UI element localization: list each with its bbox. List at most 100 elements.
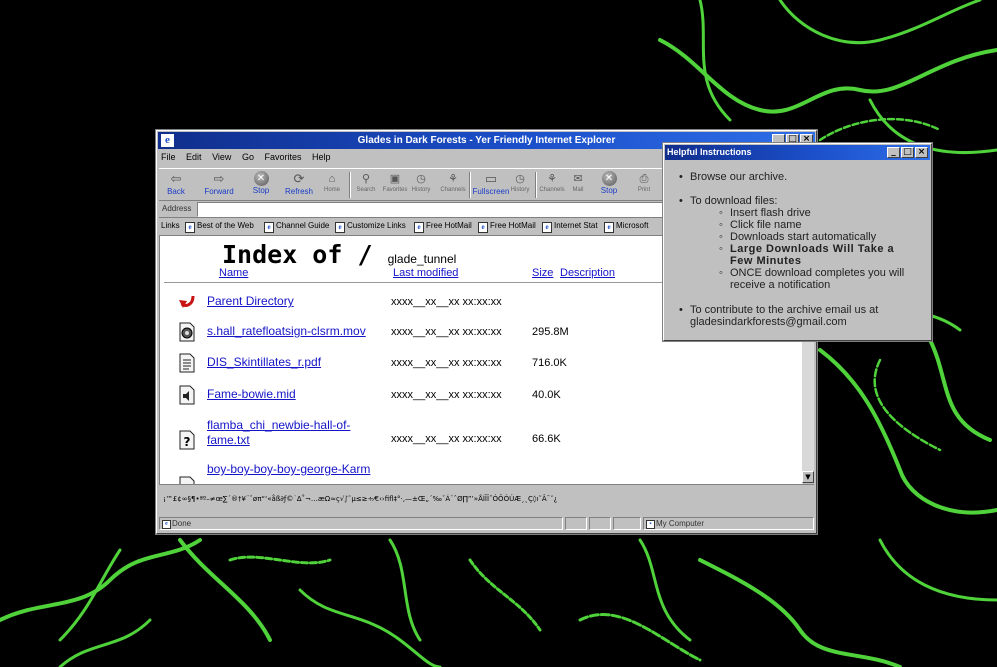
file-modified: xxxx__xx__xx xx:xx:xx [391, 389, 502, 401]
help-maximize-button[interactable]: □ [901, 147, 914, 158]
home-button[interactable]: ⌂ Home [321, 171, 343, 193]
garbled-text-strip: ¡™£¢∞§¶•ªº–≠œ∑´®†¥¨ˆøπ“‘«åß∂ƒ©˙∆˚¬…æΩ≈ç√… [159, 484, 814, 516]
status-pane [565, 517, 587, 530]
menu-edit[interactable]: Edit [186, 152, 202, 162]
link-best-of-web[interactable]: e Best of the Web [185, 221, 254, 233]
menu-help[interactable]: Help [312, 152, 331, 162]
link-channel-guide[interactable]: e Channel Guide [264, 221, 329, 233]
menu-go[interactable]: Go [242, 152, 254, 162]
channels-button[interactable]: ⚘ Channels [439, 171, 467, 193]
zone-indicator: ▪ My Computer [643, 517, 814, 530]
download-step: ONCE download completes you will receive… [719, 267, 920, 291]
file-link[interactable]: DIS_Skintillates_r.pdf [207, 355, 389, 370]
help-item: Browse our archive. [679, 171, 922, 183]
file-link[interactable]: boy-boy-boy-boy-george-Karm [207, 462, 407, 477]
file-link[interactable]: flamba_chi_newbie-hall-of-fame.txt [207, 418, 389, 448]
status-text: e Done [159, 517, 563, 530]
file-link[interactable]: Parent Directory [207, 294, 389, 309]
search-button[interactable]: ⚲ Search [355, 171, 377, 193]
file-modified: xxxx__xx__xx xx:xx:xx [391, 357, 502, 369]
file-size: 295.8M [532, 326, 569, 338]
stop-icon: ✕ [253, 171, 269, 186]
fullscreen-icon: ▭ [484, 171, 498, 186]
history-button-2[interactable]: ◷ History [509, 171, 531, 193]
file-size: 40.0K [532, 389, 561, 401]
unknown-file-icon: ? [179, 430, 195, 450]
status-pane [613, 517, 641, 530]
link-free-hotmail-2[interactable]: e Free HotMail [478, 221, 536, 233]
help-item: To download files: [679, 195, 922, 207]
menu-file[interactable]: File [161, 152, 176, 162]
download-step-warning: Large Downloads Will Take a Few Minutes [719, 243, 920, 267]
svg-text:?: ? [184, 435, 191, 449]
column-description-sort[interactable]: Description [560, 267, 615, 279]
link-customize-links[interactable]: e Customize Links [335, 221, 406, 233]
forward-arrow-icon: ⇨ [213, 171, 225, 186]
stop-button[interactable]: ✕ Stop [251, 171, 271, 195]
text-file-icon [179, 353, 195, 373]
download-step: Click file name [719, 219, 920, 231]
links-label: Links [161, 221, 180, 230]
page-icon: e [335, 222, 345, 233]
channels-button-2[interactable]: ⚘ Channels [539, 171, 565, 193]
column-name-sort[interactable]: Name [219, 267, 248, 279]
fullscreen-button[interactable]: ▭ Fullscreen [472, 171, 510, 196]
file-link[interactable]: Fame-bowie.mid [207, 387, 389, 402]
file-modified: xxxx__xx__xx xx:xx:xx [391, 296, 502, 308]
help-titlebar[interactable]: Helpful Instructions _ □ × [665, 145, 930, 160]
scroll-down-icon[interactable]: ▼ [802, 471, 814, 483]
back-arrow-icon [179, 295, 195, 308]
help-window: Helpful Instructions _ □ × Browse our ar… [662, 142, 933, 342]
index-heading: Index of / glade_tunnel [222, 240, 457, 269]
movie-file-icon [179, 322, 195, 342]
favorites-button[interactable]: ▣ Favorites [381, 171, 409, 193]
menu-favorites[interactable]: Favorites [264, 152, 301, 162]
column-size-sort[interactable]: Size [532, 267, 553, 279]
channels-icon: ⚘ [448, 173, 458, 185]
mail-button[interactable]: ✉ Mail [567, 171, 589, 193]
print-icon: ⎙ [639, 173, 649, 185]
download-step: Insert flash drive [719, 207, 920, 219]
link-microsoft[interactable]: e Microsoft [604, 221, 648, 233]
status-pane [589, 517, 611, 530]
file-size: 66.6K [532, 433, 561, 445]
page-icon: e [185, 222, 195, 233]
back-button[interactable]: ⇦ Back [165, 171, 187, 196]
history-button[interactable]: ◷ History [409, 171, 433, 193]
help-close-button[interactable]: × [915, 147, 928, 158]
history-icon: ◷ [416, 173, 426, 185]
help-minimize-button[interactable]: _ [887, 147, 900, 158]
page-icon: e [264, 222, 274, 233]
refresh-icon: ⟳ [293, 171, 305, 186]
page-icon: e [414, 222, 424, 233]
forward-button[interactable]: ⇨ Forward [201, 171, 237, 196]
stop-icon: ✕ [601, 171, 617, 186]
menu-view[interactable]: View [212, 152, 231, 162]
file-link[interactable]: s.hall_ratefloatsign-clsrm.mov [207, 324, 389, 339]
file-modified: xxxx__xx__xx xx:xx:xx [391, 433, 502, 445]
link-free-hotmail[interactable]: e Free HotMail [414, 221, 472, 233]
print-button[interactable]: ⎙ Print [633, 171, 655, 193]
page-icon: e [478, 222, 488, 233]
column-modified-sort[interactable]: Last modified [393, 267, 458, 279]
computer-icon: ▪ [646, 520, 655, 529]
page-icon: e [604, 222, 614, 233]
toolbar-separator [469, 172, 471, 198]
search-icon: ⚲ [361, 173, 371, 185]
sound-file-icon [179, 385, 195, 405]
help-item-contribute: To contribute to the archive email us at… [679, 304, 922, 328]
file-modified: xxxx__xx__xx xx:xx:xx [391, 326, 502, 338]
link-internet-stat[interactable]: e Internet Stat [542, 221, 598, 233]
menu-bar: File Edit View Go Favorites Help [161, 152, 339, 166]
refresh-button[interactable]: ⟳ Refresh [283, 171, 315, 196]
stop-button-2[interactable]: ✕ Stop [599, 171, 619, 195]
toolbar-separator [349, 172, 351, 198]
status-bar: e Done ▪ My Computer [159, 517, 814, 531]
file-size: 716.0K [532, 357, 567, 369]
history-icon: ◷ [515, 173, 525, 185]
home-icon: ⌂ [328, 173, 336, 185]
page-icon: e [542, 222, 552, 233]
download-step: Downloads start automatically [719, 231, 920, 243]
channels-icon: ⚘ [547, 173, 557, 185]
favorites-icon: ▣ [389, 173, 401, 185]
